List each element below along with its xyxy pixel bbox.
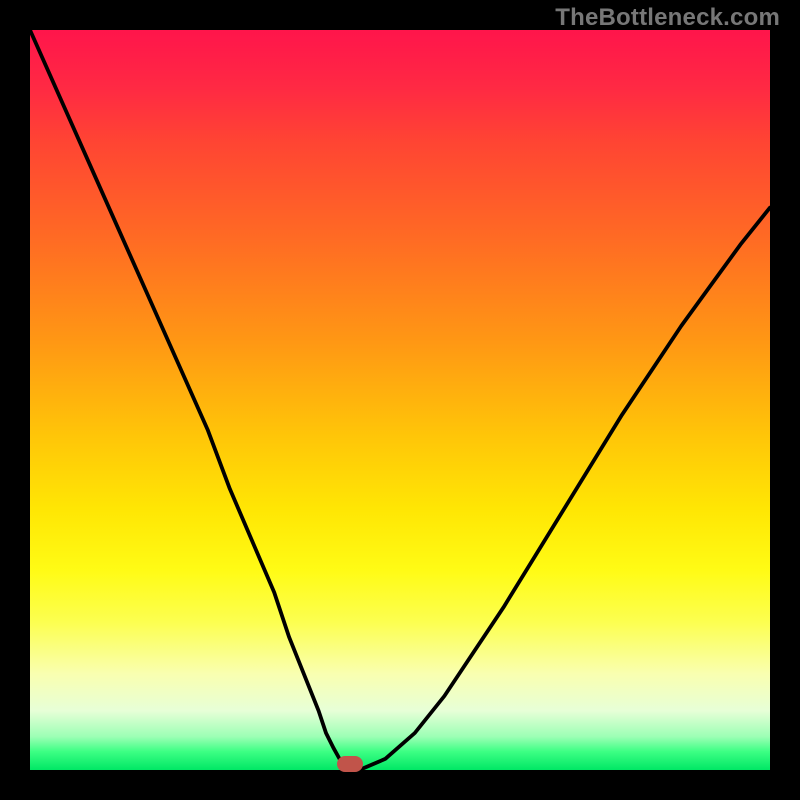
watermark-text: TheBottleneck.com xyxy=(555,4,780,32)
bottleneck-curve xyxy=(30,30,770,770)
optimal-marker xyxy=(337,756,363,772)
